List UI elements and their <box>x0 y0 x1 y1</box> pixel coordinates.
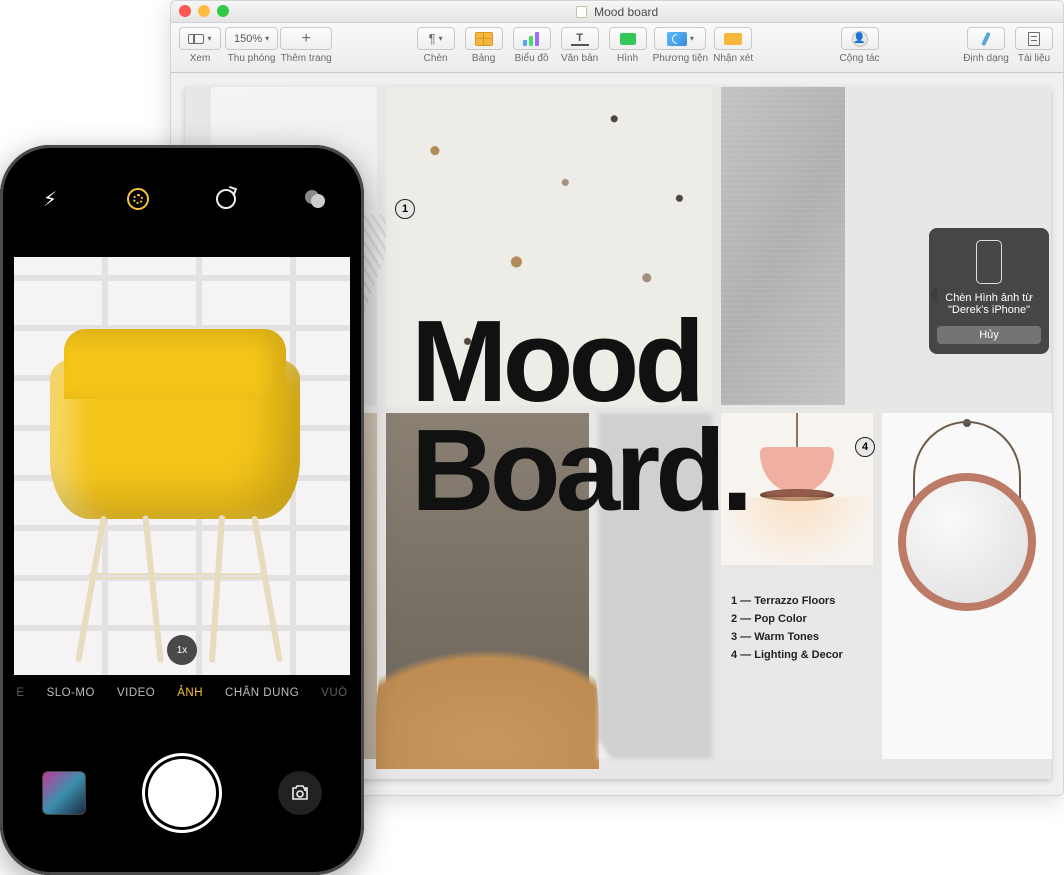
comment-button[interactable]: Nhận xét <box>710 27 756 64</box>
paragraph-icon: ¶ <box>429 31 436 46</box>
collab-label: Cộng tác <box>840 53 880 64</box>
text-label: Văn bản <box>561 53 598 64</box>
mode-slomo[interactable]: SLO-MO <box>47 687 95 699</box>
format-label: Định dạng <box>963 53 1009 64</box>
window-title: Mood board <box>171 5 1063 19</box>
last-photo-thumbnail[interactable] <box>42 771 86 815</box>
collab-button[interactable]: 👤 Cộng tác <box>837 27 883 64</box>
toolbar: ▾ Xem 150%▾ Thu phóng + Thêm trang ¶▾ Ch… <box>171 23 1063 73</box>
legend-item: 2 — Pop Color <box>731 613 863 625</box>
mode-partial-left: E <box>16 687 24 699</box>
zoom-button[interactable]: 150%▾ Thu phóng <box>225 27 278 64</box>
toolbar-group-inspector: Định dạng Tài liệu <box>963 27 1057 64</box>
camera-modes[interactable]: E SLO-MO VIDEO ẢNH CHÂN DUNG VUÔ <box>14 680 350 706</box>
view-icon <box>188 34 204 44</box>
chart-label: Biểu đồ <box>515 53 549 64</box>
iphone-device: ⚡︎ 1x E SLO-MO VIDEO ẢNH <box>0 145 364 875</box>
table-icon <box>475 32 493 46</box>
title-line-1: Mood <box>411 307 748 416</box>
window-controls <box>179 5 229 17</box>
text-icon: T <box>571 32 589 46</box>
shape-label: Hình <box>617 53 638 64</box>
view-label: Xem <box>190 53 211 64</box>
comment-icon <box>724 33 742 45</box>
zoom-chip[interactable]: 1x <box>167 635 197 665</box>
annotation-badge-1: 1 <box>395 199 415 219</box>
insert-from-iphone-popover: Chèn Hình ảnh từ "Derek's iPhone" Hủy <box>929 228 1049 354</box>
table-button[interactable]: Bảng <box>461 27 507 64</box>
document-icon <box>576 6 587 18</box>
shape-icon <box>620 33 636 45</box>
switch-camera-icon <box>288 781 312 805</box>
switch-camera-button[interactable] <box>278 771 322 815</box>
legend-item: 4 — Lighting & Decor <box>731 649 863 661</box>
insert-button[interactable]: ¶▾ Chèn <box>413 27 459 64</box>
window-title-text: Mood board <box>594 5 658 19</box>
document-button[interactable]: Tài liệu <box>1011 27 1057 64</box>
popover-line-2: "Derek's iPhone" <box>937 304 1041 316</box>
filters-icon <box>305 190 323 208</box>
text-button[interactable]: T Văn bản <box>557 27 603 64</box>
timer-icon <box>216 189 236 209</box>
timer-toggle[interactable] <box>214 187 238 211</box>
legend-item: 1 — Terrazzo Floors <box>731 595 863 607</box>
flash-toggle[interactable]: ⚡︎ <box>38 187 62 211</box>
format-button[interactable]: Định dạng <box>963 27 1009 64</box>
chart-icon <box>523 32 541 46</box>
viewfinder-subject-chair <box>42 319 312 659</box>
mode-photo[interactable]: ẢNH <box>177 687 203 699</box>
filters-toggle[interactable] <box>302 187 326 211</box>
notch <box>102 159 262 185</box>
maximize-window-icon[interactable] <box>217 5 229 17</box>
mode-portrait[interactable]: CHÂN DUNG <box>225 687 299 699</box>
camera-viewfinder[interactable]: 1x <box>14 257 350 675</box>
toolbar-group-insert: ¶▾ Chèn Bảng Biểu đồ T Văn bản Hình ▾ P <box>413 27 757 64</box>
window-titlebar[interactable]: Mood board <box>171 1 1063 23</box>
zoom-value: 150% <box>234 33 262 45</box>
media-label: Phương tiện <box>653 53 709 64</box>
close-window-icon[interactable] <box>179 5 191 17</box>
document-label: Tài liệu <box>1018 53 1050 64</box>
collab-icon: 👤 <box>852 31 868 47</box>
chart-button[interactable]: Biểu đồ <box>509 27 555 64</box>
annotation-badge-4: 4 <box>855 437 875 457</box>
title-line-2: Board. <box>411 416 748 525</box>
table-label: Bảng <box>472 53 495 64</box>
legend-item: 3 — Warm Tones <box>731 631 863 643</box>
media-button[interactable]: ▾ Phương tiện <box>653 27 709 64</box>
document-title[interactable]: Mood Board. <box>411 307 748 525</box>
live-photo-icon <box>127 188 149 210</box>
legend-box[interactable]: 1 — Terrazzo Floors 2 — Pop Color 3 — Wa… <box>721 575 873 759</box>
live-photo-toggle[interactable] <box>126 187 150 211</box>
media-icon <box>667 32 687 46</box>
flash-icon: ⚡︎ <box>43 187 57 212</box>
zoom-label: Thu phóng <box>228 53 276 64</box>
popover-line-1: Chèn Hình ảnh từ <box>937 292 1041 304</box>
comment-label: Nhận xét <box>713 53 753 64</box>
add-page-label: Thêm trang <box>281 53 332 64</box>
insert-label: Chèn <box>424 53 448 64</box>
format-icon <box>981 31 991 45</box>
minimize-window-icon[interactable] <box>198 5 210 17</box>
mode-partial-right: VUÔ <box>321 687 347 699</box>
mode-video[interactable]: VIDEO <box>117 687 155 699</box>
toolbar-group-collab: 👤 Cộng tác <box>837 27 883 64</box>
shutter-button[interactable] <box>148 759 216 827</box>
shape-button[interactable]: Hình <box>605 27 651 64</box>
add-page-button[interactable]: + Thêm trang <box>280 27 332 64</box>
iphone-outline-icon <box>976 240 1002 284</box>
document-inspector-icon <box>1028 32 1040 46</box>
plus-icon: + <box>301 31 310 47</box>
toolbar-group-view: ▾ Xem 150%▾ Thu phóng + Thêm trang <box>177 27 332 64</box>
view-button[interactable]: ▾ Xem <box>177 27 223 64</box>
cancel-button[interactable]: Hủy <box>937 326 1041 344</box>
moodboard-image-mirror[interactable] <box>882 413 1052 759</box>
iphone-screen: ⚡︎ 1x E SLO-MO VIDEO ẢNH <box>14 159 350 861</box>
camera-bottom-controls <box>14 743 350 843</box>
